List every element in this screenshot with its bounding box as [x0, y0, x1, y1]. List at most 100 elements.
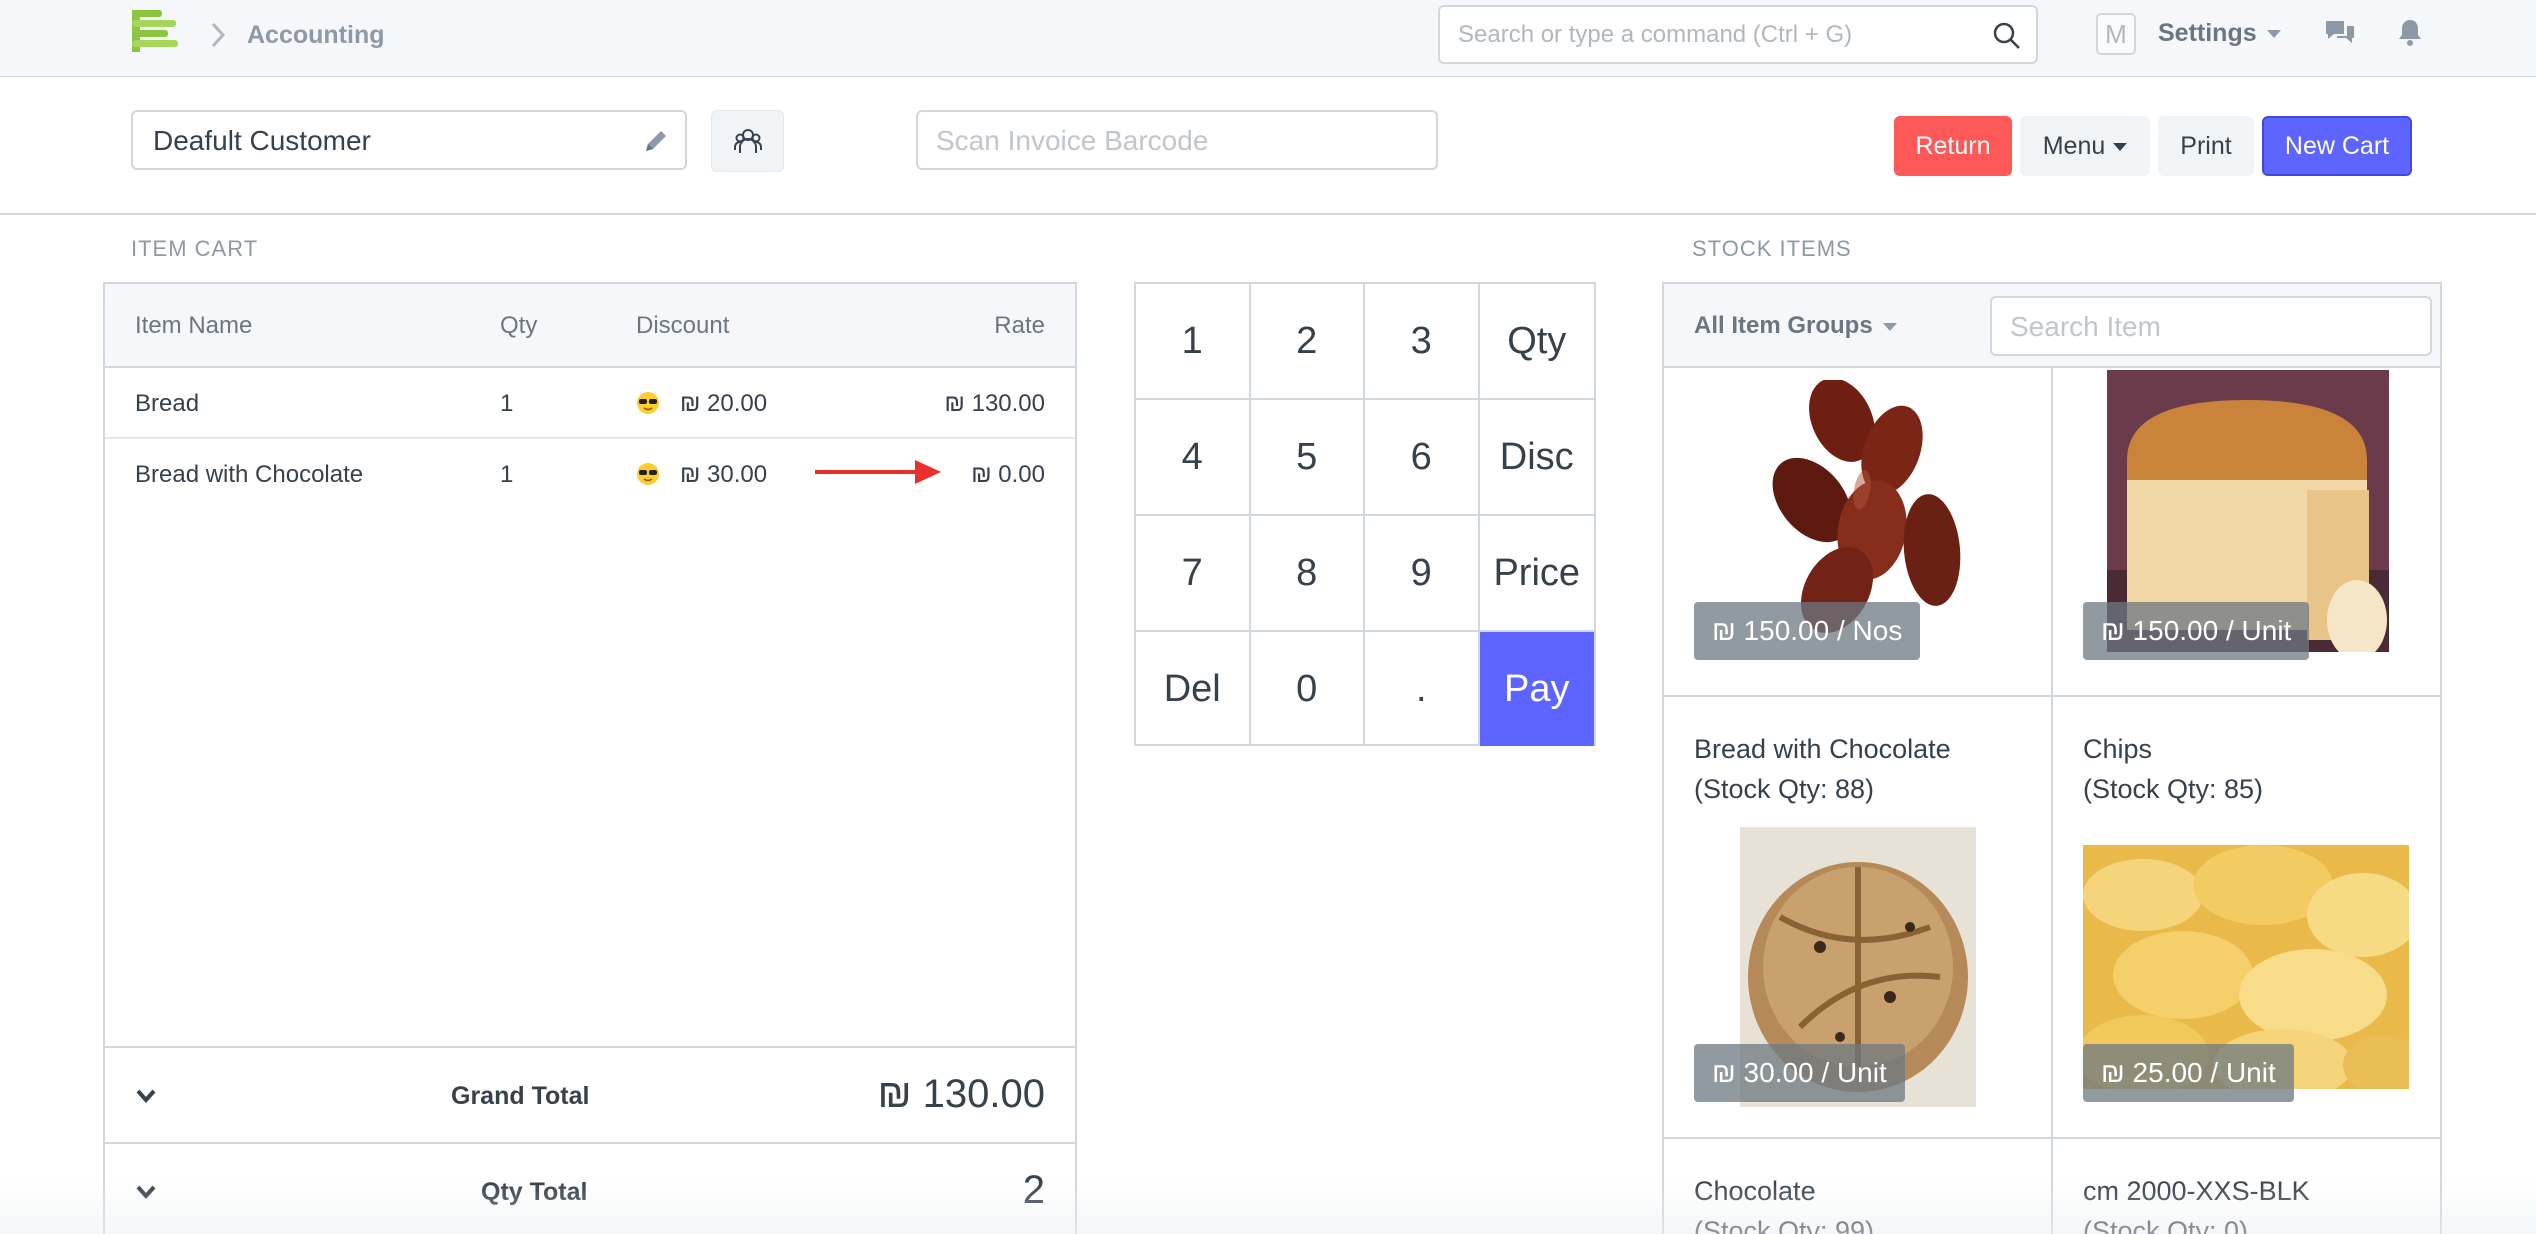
chat-icon[interactable]: [2324, 18, 2356, 48]
cart-item-discount: ₪ 20.00: [636, 390, 767, 418]
stock-item-price: ₪ 150.00 / Nos: [1694, 602, 1921, 660]
numpad-key-qty[interactable]: Qty: [1479, 284, 1594, 400]
stock-items-header: All Item Groups: [1664, 284, 2440, 368]
customer-contacts-button[interactable]: [711, 110, 784, 172]
numpad-key-dot[interactable]: .: [1365, 632, 1480, 746]
numpad-key-3[interactable]: 3: [1365, 284, 1480, 400]
user-avatar[interactable]: M: [2096, 13, 2136, 55]
customer-input[interactable]: [153, 124, 623, 158]
stock-item-qty: (Stock Qty: 0): [2083, 1216, 2249, 1234]
app-logo-icon[interactable]: [130, 8, 180, 54]
cart-item-qty: 1: [500, 461, 514, 488]
caret-down-icon: [2113, 143, 2128, 152]
qty-total-row[interactable]: Qty Total 2: [105, 1142, 1075, 1234]
col-qty: Qty: [500, 312, 538, 339]
search-icon[interactable]: [1992, 21, 2022, 51]
stock-item-card[interactable]: ₪ 150.00 / Nos: [1664, 370, 2050, 695]
stock-item-qty: (Stock Qty: 85): [2083, 774, 2264, 804]
numpad: 1 2 3 Qty 4 5 6 Disc 7 8 9 Price Del 0 .…: [1134, 282, 1596, 746]
new-cart-button[interactable]: New Cart: [2262, 116, 2412, 176]
cart-row[interactable]: Bread with Chocolate 1 ₪ 30.00 ₪ 0.00: [105, 439, 1075, 510]
stock-item-price: ₪ 150.00 / Unit: [2083, 602, 2310, 660]
grand-total-row[interactable]: Grand Total ₪ 130.00: [105, 1046, 1075, 1142]
numpad-key-1[interactable]: 1: [1136, 284, 1251, 400]
cart-item-discount-value: ₪ 30.00: [680, 461, 768, 488]
pos-action-bar: Return Menu Print New Cart: [0, 78, 2536, 215]
return-button[interactable]: Return: [1894, 116, 2012, 176]
breadcrumb-accounting[interactable]: Accounting: [247, 20, 385, 50]
stock-item-name: Bread with Chocolate: [1694, 734, 1951, 764]
item-groups-label: All Item Groups: [1694, 312, 1873, 339]
stock-item-qty: (Stock Qty: 99): [1694, 1216, 1875, 1234]
stock-item-name: Chocolate: [1694, 1176, 1816, 1206]
cart-item-discount-value: ₪ 20.00: [680, 390, 768, 417]
grand-total-value: ₪ 130.00: [877, 1072, 1045, 1116]
numpad-key-9[interactable]: 9: [1365, 516, 1480, 632]
cart-item-name: Bread with Chocolate: [135, 461, 364, 488]
stock-item-card[interactable]: Bread with Chocolate (Stock Qty: 88) ₪ 3…: [1664, 697, 2050, 1137]
customer-field[interactable]: [131, 110, 687, 170]
item-groups-dropdown[interactable]: All Item Groups: [1694, 312, 1897, 340]
caret-down-icon: [1882, 322, 1897, 331]
item-search-field[interactable]: [1990, 296, 2432, 356]
stock-item-price: ₪ 25.00 / Unit: [2083, 1044, 2294, 1102]
cart-item-qty: 1: [500, 390, 514, 417]
cart-item-discount: ₪ 30.00: [636, 461, 767, 489]
numpad-key-5[interactable]: 5: [1250, 400, 1365, 516]
print-button[interactable]: Print: [2158, 116, 2254, 176]
item-search-input[interactable]: [2010, 310, 2410, 344]
col-item-name: Item Name: [135, 312, 253, 339]
invoice-barcode-field[interactable]: [916, 110, 1438, 170]
sunglasses-emoji-icon: [637, 463, 659, 485]
settings-dropdown[interactable]: Settings: [2158, 18, 2281, 48]
stock-item-card[interactable]: Chips (Stock Qty: 85) ₪ 25.00 / Unit: [2053, 697, 2439, 1137]
settings-label: Settings: [2158, 19, 2257, 47]
invoice-barcode-input[interactable]: [936, 124, 1416, 158]
global-search-input[interactable]: [1458, 17, 1978, 53]
breadcrumb-chevron-icon: [211, 22, 226, 48]
cart-row[interactable]: Bread 1 ₪ 20.00 ₪ 130.00: [105, 368, 1075, 439]
col-rate: Rate: [994, 312, 1045, 339]
stock-item-name: cm 2000-XXS-BLK: [2083, 1176, 2310, 1206]
grand-total-label: Grand Total: [451, 1082, 590, 1110]
red-annotation-arrow-icon: [815, 460, 941, 484]
sunglasses-emoji-icon: [637, 392, 659, 414]
numpad-key-del[interactable]: Del: [1136, 632, 1251, 746]
qty-total-value: 2: [1022, 1168, 1045, 1212]
users-icon: [734, 129, 762, 153]
cart-item-rate: ₪ 130.00: [944, 390, 1045, 417]
stock-item-card[interactable]: ₪ 150.00 / Unit: [2053, 370, 2439, 695]
stock-item-qty: (Stock Qty: 88): [1694, 774, 1875, 804]
cart-item-name: Bread: [135, 390, 200, 417]
item-cart: Item Name Qty Discount Rate Bread 1 ₪ 20…: [103, 282, 1077, 1234]
menu-button[interactable]: Menu: [2020, 116, 2150, 176]
cart-item-rate: ₪ 0.00: [971, 461, 1045, 488]
numpad-key-0[interactable]: 0: [1251, 632, 1365, 746]
stock-items-heading: STOCK ITEMS: [1692, 236, 1852, 261]
chevron-down-icon[interactable]: [135, 1184, 157, 1200]
stock-item-card[interactable]: cm 2000-XXS-BLK (Stock Qty: 0): [2053, 1139, 2439, 1234]
stock-item-name: Chips: [2083, 734, 2153, 764]
cart-header-row: Item Name Qty Discount Rate: [105, 284, 1075, 368]
numpad-key-disc[interactable]: Disc: [1479, 400, 1594, 516]
edit-pencil-icon[interactable]: [641, 126, 671, 156]
stock-items-panel: All Item Groups ₪ 150.00 / Nos: [1662, 282, 2442, 1234]
numpad-key-price[interactable]: Price: [1479, 516, 1594, 632]
stock-item-price: ₪ 30.00 / Unit: [1694, 1044, 1905, 1102]
qty-total-label: Qty Total: [481, 1178, 588, 1206]
numpad-key-7[interactable]: 7: [1136, 516, 1251, 632]
numpad-key-6[interactable]: 6: [1365, 400, 1480, 516]
numpad-key-8[interactable]: 8: [1250, 516, 1365, 632]
item-cart-heading: ITEM CART: [131, 236, 259, 261]
notification-bell-icon[interactable]: [2396, 17, 2424, 47]
top-navbar: Accounting M Settings: [0, 0, 2536, 77]
numpad-key-2[interactable]: 2: [1250, 284, 1365, 400]
caret-down-icon: [2266, 30, 2281, 39]
numpad-key-4[interactable]: 4: [1136, 400, 1251, 516]
global-search[interactable]: [1438, 5, 2038, 64]
chevron-down-icon[interactable]: [135, 1088, 157, 1104]
menu-label: Menu: [2042, 132, 2106, 160]
col-discount: Discount: [636, 312, 730, 339]
stock-item-card[interactable]: Chocolate (Stock Qty: 99): [1664, 1139, 2050, 1234]
numpad-key-pay[interactable]: Pay: [1479, 632, 1594, 746]
